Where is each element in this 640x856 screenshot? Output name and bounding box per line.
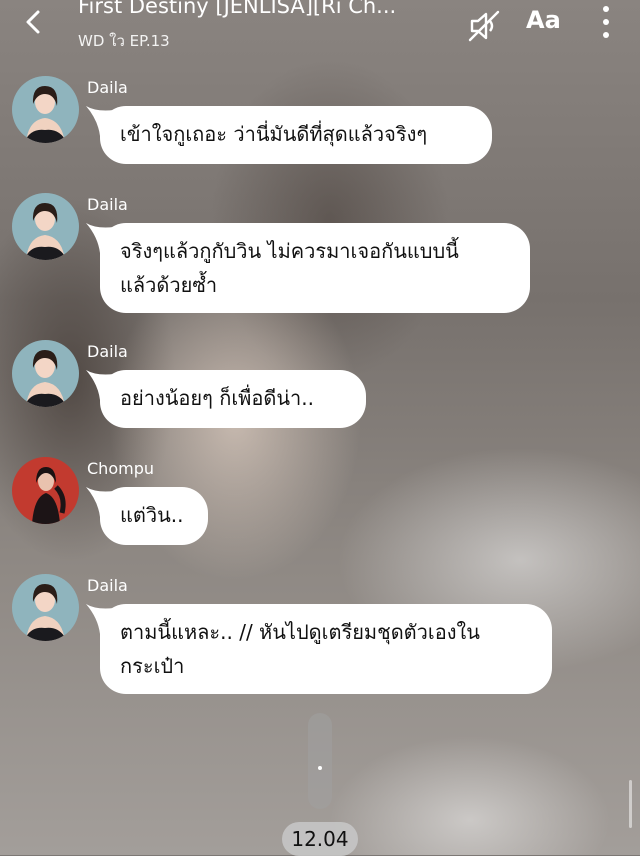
message-text: ตามนี้แหละ.. // หันไปดูเตรียมชุดตัวเองใน (120, 620, 480, 644)
story-title: First Destiny [JENLISA][Ri Ch... (78, 0, 397, 18)
timestamp-chip: 12.04 (282, 822, 358, 856)
sender-name: Daila (87, 78, 128, 97)
avatar[interactable] (12, 574, 79, 641)
message-bubble[interactable]: จริงๆแล้วกูกับวิน ไม่ควรมาเจอกันแบบนี้ แ… (86, 223, 530, 313)
avatar[interactable] (12, 193, 79, 260)
message-bubble[interactable]: อย่างน้อยๆ ก็เพื่อดีน่า.. (86, 370, 366, 428)
speaker-muted-icon (468, 10, 500, 42)
back-button[interactable] (20, 8, 48, 36)
more-button[interactable] (596, 4, 616, 40)
message-bubble[interactable]: แต่วิน.. (86, 487, 208, 545)
mute-button[interactable] (466, 8, 502, 44)
chat-header: First Destiny [JENLISA][Ri Ch... WD ใว E… (0, 0, 640, 55)
message-text: อย่างน้อยๆ ก็เพื่อดีน่า.. (120, 386, 314, 410)
message-text: แต่วิน.. (120, 503, 184, 527)
avatar[interactable] (12, 76, 79, 143)
message-text: เข้าใจกูเถอะ ว่านี่มันดีที่สุดแล้วจริงๆ (120, 122, 428, 146)
font-size-button[interactable]: Aa (526, 6, 561, 34)
more-vertical-icon (603, 6, 609, 38)
message-bubble[interactable]: ตามนี้แหละ.. // หันไปดูเตรียมชุดตัวเองใน… (86, 604, 552, 694)
message-text: แล้วด้วยซ้ำ (120, 273, 218, 297)
scrollbar[interactable] (629, 780, 632, 828)
avatar[interactable] (12, 457, 79, 524)
sender-name: Daila (87, 342, 128, 361)
message-bubble[interactable]: เข้าใจกูเถอะ ว่านี่มันดีที่สุดแล้วจริงๆ (86, 106, 492, 164)
message-text: จริงๆแล้วกูกับวิน ไม่ควรมาเจอกันแบบนี้ (120, 239, 459, 263)
typing-dot (318, 766, 322, 770)
episode-label: WD ใว EP.13 (78, 32, 170, 50)
tap-to-continue-indicator[interactable] (308, 713, 332, 809)
sender-name: Daila (87, 576, 128, 595)
sender-name: Chompu (87, 459, 154, 478)
chevron-left-icon (26, 10, 40, 34)
avatar[interactable] (12, 340, 79, 407)
message-text: กระเป๋า (120, 654, 185, 678)
sender-name: Daila (87, 195, 128, 214)
